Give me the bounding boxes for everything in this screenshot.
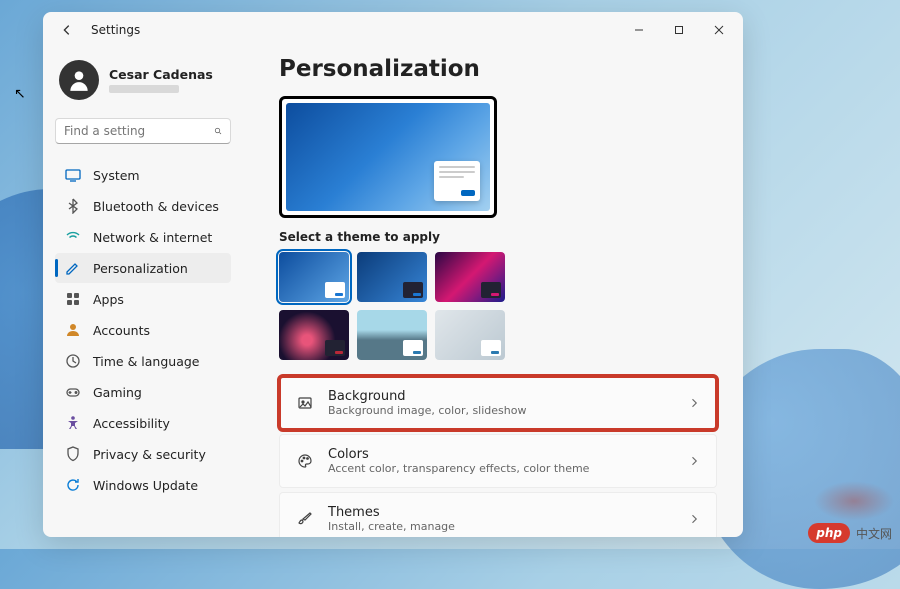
accounts-icon	[65, 322, 81, 338]
close-button[interactable]	[699, 15, 739, 45]
desktop-preview	[279, 96, 497, 218]
image-icon	[296, 394, 314, 412]
sidebar-item-label: Accessibility	[93, 416, 170, 431]
watermark-badge: php	[808, 523, 850, 543]
theme-option-4[interactable]	[279, 310, 349, 360]
chevron-right-icon	[688, 394, 700, 413]
sidebar-item-label: Windows Update	[93, 478, 198, 493]
search-text-field[interactable]	[64, 124, 214, 138]
sidebar-item-label: System	[93, 168, 140, 183]
nav-list: System Bluetooth & devices Network & inter…	[55, 160, 231, 500]
sidebar-item-accessibility[interactable]: Accessibility	[55, 408, 231, 438]
sidebar-item-label: Accounts	[93, 323, 150, 338]
sidebar-item-label: Apps	[93, 292, 124, 307]
watermark-text: 中文网	[856, 525, 892, 542]
user-email-placeholder	[109, 85, 179, 93]
sidebar-item-bluetooth-devices[interactable]: Bluetooth & devices	[55, 191, 231, 221]
theme-grid	[279, 252, 529, 360]
sidebar-item-apps[interactable]: Apps	[55, 284, 231, 314]
back-button[interactable]	[55, 18, 79, 42]
chevron-right-icon	[688, 510, 700, 529]
theme-option-6[interactable]	[435, 310, 505, 360]
settings-list: BackgroundBackground image, color, slide…	[279, 376, 725, 537]
time-language-icon	[65, 353, 81, 369]
sidebar: Cesar Cadenas System Bluetooth & devices N…	[43, 48, 243, 537]
setting-row-themes[interactable]: ThemesInstall, create, manage	[279, 492, 717, 537]
row-desc: Background image, color, slideshow	[328, 404, 674, 417]
palette-icon	[296, 452, 314, 470]
page-title: Personalization	[279, 56, 725, 82]
titlebar: Settings	[43, 12, 743, 48]
theme-option-2[interactable]	[357, 252, 427, 302]
update-icon	[65, 477, 81, 493]
chevron-right-icon	[688, 452, 700, 471]
theme-option-1[interactable]	[279, 252, 349, 302]
setting-row-background[interactable]: BackgroundBackground image, color, slide…	[279, 376, 717, 430]
brush-icon	[296, 510, 314, 528]
sidebar-item-system[interactable]: System	[55, 160, 231, 190]
personalization-icon	[65, 260, 81, 276]
user-name: Cesar Cadenas	[109, 67, 213, 82]
sidebar-item-privacy-security[interactable]: Privacy & security	[55, 439, 231, 469]
row-title: Background	[328, 389, 674, 404]
sidebar-item-accounts[interactable]: Accounts	[55, 315, 231, 345]
window-title: Settings	[91, 23, 140, 37]
sidebar-item-label: Privacy & security	[93, 447, 206, 462]
sidebar-item-label: Gaming	[93, 385, 142, 400]
sidebar-item-label: Personalization	[93, 261, 188, 276]
sidebar-item-label: Network & internet	[93, 230, 212, 245]
avatar	[59, 60, 99, 100]
bluetooth-icon	[65, 198, 81, 214]
watermark: php 中文网	[808, 523, 892, 543]
sidebar-item-personalization[interactable]: Personalization	[55, 253, 231, 283]
wifi-icon	[65, 229, 81, 245]
row-title: Colors	[328, 447, 674, 462]
mouse-cursor: ↖	[14, 86, 26, 102]
sidebar-item-label: Time & language	[93, 354, 199, 369]
system-icon	[65, 167, 81, 183]
maximize-button[interactable]	[659, 15, 699, 45]
user-account-block[interactable]: Cesar Cadenas	[55, 56, 231, 104]
main-content: Personalization Select a theme to apply	[243, 48, 743, 537]
sidebar-item-network-internet[interactable]: Network & internet	[55, 222, 231, 252]
row-title: Themes	[328, 505, 674, 520]
sidebar-item-gaming[interactable]: Gaming	[55, 377, 231, 407]
theme-option-3[interactable]	[435, 252, 505, 302]
accessibility-icon	[65, 415, 81, 431]
search-icon	[214, 124, 222, 138]
privacy-icon	[65, 446, 81, 462]
theme-option-5[interactable]	[357, 310, 427, 360]
gaming-icon	[65, 384, 81, 400]
minimize-button[interactable]	[619, 15, 659, 45]
theme-caption: Select a theme to apply	[279, 230, 725, 244]
setting-row-colors[interactable]: ColorsAccent color, transparency effects…	[279, 434, 717, 488]
row-desc: Accent color, transparency effects, colo…	[328, 462, 674, 475]
settings-window: Settings Cesar Cadenas SystemBlueto	[43, 12, 743, 537]
row-desc: Install, create, manage	[328, 520, 674, 533]
apps-icon	[65, 291, 81, 307]
sidebar-item-windows-update[interactable]: Windows Update	[55, 470, 231, 500]
window-controls	[619, 15, 739, 45]
sidebar-item-label: Bluetooth & devices	[93, 199, 219, 214]
sidebar-item-time-language[interactable]: Time & language	[55, 346, 231, 376]
search-input[interactable]	[55, 118, 231, 144]
